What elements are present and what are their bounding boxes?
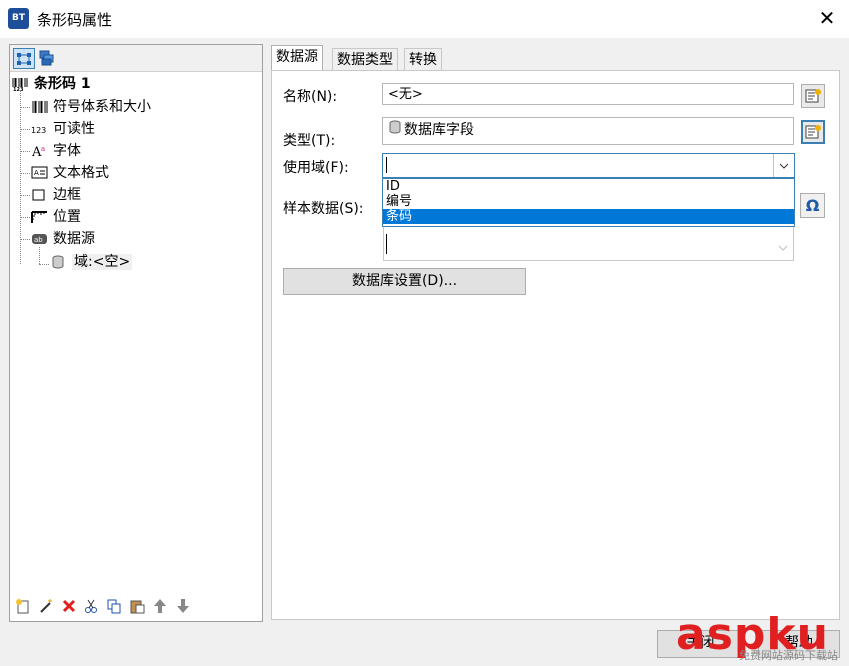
tree-connector (20, 107, 30, 108)
tree-item-label: 可读性 (53, 121, 95, 137)
window-title: 条形码属性 (37, 11, 113, 29)
database-settings-button[interactable]: 数据库设置(D)... (283, 268, 526, 295)
tree-connector (39, 264, 49, 265)
tree-connector (20, 151, 30, 152)
chevron-down-icon[interactable] (773, 154, 794, 177)
layers-view-icon[interactable] (37, 48, 57, 67)
type-label: 类型(T): (283, 133, 336, 149)
dropdown-option[interactable]: 编号 (383, 194, 794, 209)
browse-icon (805, 125, 821, 139)
tree-item-barcode[interactable]: 123 条形码 1 (12, 74, 91, 94)
use-field-label: 使用域(F): (283, 160, 349, 176)
tree-item-position[interactable]: 位置 (31, 207, 81, 227)
sample-data-textarea[interactable] (383, 225, 794, 261)
tree-item-border[interactable]: 边框 (31, 185, 81, 205)
tree-item-label: 位置 (53, 209, 81, 225)
object-tree-panel: 123 条形码 1 符号体系和大小 123 可读性 Aa 字体 A 文本格式 边框 位… (9, 44, 263, 622)
tree-connector (20, 195, 30, 196)
tree-item-font[interactable]: Aa 字体 (31, 141, 81, 161)
tree-connector (20, 239, 30, 240)
tree-connector (20, 129, 30, 130)
numbers-icon: 123 (31, 122, 49, 136)
tree-view-icon[interactable] (13, 48, 35, 69)
scroll-down-icon[interactable] (778, 240, 788, 255)
barcode-icon: 123 (12, 77, 30, 93)
tree-item-text-format[interactable]: A 文本格式 (31, 163, 109, 183)
dropdown-option-selected[interactable]: 条码 (383, 209, 794, 224)
type-value: 数据库字段 (404, 122, 474, 138)
name-browse-button[interactable] (801, 84, 825, 108)
ruler-icon (31, 210, 49, 224)
text-format-icon: A (31, 166, 49, 180)
tree-item-label: 符号体系和大小 (53, 99, 151, 115)
svg-text:123: 123 (13, 87, 24, 91)
text-cursor (386, 157, 387, 173)
tree-connector (20, 173, 30, 174)
tree-item-label: 数据源 (53, 231, 95, 247)
tree-item-datasource[interactable]: ab 数据源 (31, 229, 95, 249)
type-field[interactable]: 数据库字段 (382, 117, 794, 145)
text-cursor (386, 234, 387, 254)
use-field-combobox[interactable] (382, 153, 795, 178)
tree-connector (20, 217, 30, 218)
name-label: 名称(N): (283, 89, 338, 105)
database-icon (50, 255, 68, 269)
dropdown-option[interactable]: ID (383, 179, 794, 194)
use-field-dropdown: ID 编号 条码 (382, 178, 795, 227)
tab-datasource[interactable]: 数据源 (271, 45, 323, 71)
type-browse-button[interactable] (801, 120, 825, 144)
move-up-icon[interactable] (151, 598, 169, 616)
tree-item-label: 字体 (53, 143, 81, 159)
svg-text:A: A (34, 169, 39, 177)
new-icon[interactable] (14, 598, 32, 616)
tree-item-label: 条形码 1 (34, 76, 91, 92)
delete-icon[interactable] (60, 598, 78, 616)
tree-item-label: 边框 (53, 187, 81, 203)
border-icon (31, 188, 49, 202)
tree-item-symbology[interactable]: 符号体系和大小 (31, 97, 151, 117)
tree-connector (39, 247, 40, 264)
svg-text:123: 123 (31, 126, 46, 135)
tree-item-label: 域:<空> (72, 254, 133, 270)
font-icon: Aa (31, 144, 49, 160)
barcode-bars-icon (31, 100, 49, 114)
special-char-button[interactable]: Ω (800, 193, 825, 218)
sample-data-label: 样本数据(S): (283, 201, 364, 217)
browse-icon (805, 89, 821, 103)
watermark-subtitle: 免费网站源码下载站 (739, 649, 838, 662)
cut-icon[interactable] (82, 598, 100, 616)
database-icon (388, 119, 404, 143)
datasource-icon: ab (31, 232, 49, 246)
copy-icon[interactable] (105, 598, 123, 616)
svg-text:a: a (41, 145, 45, 153)
move-down-icon[interactable] (174, 598, 192, 616)
tab-transform[interactable]: 转换 (404, 48, 442, 71)
paste-icon[interactable] (128, 598, 146, 616)
title-bar: BT 条形码属性 ✕ (0, 0, 849, 38)
tab-datatype[interactable]: 数据类型 (332, 48, 398, 71)
tree-item-field[interactable]: 域:<空> (50, 252, 133, 272)
tree-actions-toolbar (10, 598, 260, 618)
tree-item-readability[interactable]: 123 可读性 (31, 119, 95, 139)
name-field[interactable]: <无> (382, 83, 794, 105)
close-window-button[interactable]: ✕ (812, 4, 842, 32)
tree-item-label: 文本格式 (53, 165, 109, 181)
svg-text:ab: ab (34, 236, 43, 244)
tree-toolbar (10, 45, 262, 72)
app-icon: BT (8, 8, 29, 29)
magic-wand-icon[interactable] (37, 598, 55, 616)
